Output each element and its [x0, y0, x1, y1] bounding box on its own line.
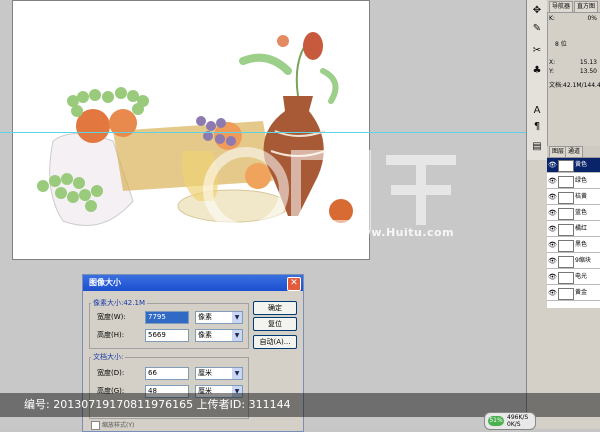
height-unit: 像素 [198, 331, 212, 339]
layer-name: 橘红 [575, 225, 588, 232]
pixel-size-group [89, 303, 249, 349]
layer-thumbnail [558, 160, 574, 172]
doc-width-label: 宽度(D): [97, 369, 125, 377]
eye-icon[interactable]: 👁 [548, 206, 557, 220]
k-label: K: [549, 15, 555, 22]
doc-width-unit-select[interactable]: 厘米 ▼ [195, 367, 243, 380]
document-size-readout: 文档:42.1M/144.4 [549, 82, 600, 89]
x-value: 15.13 [579, 59, 597, 66]
layer-name: 黄色 [575, 161, 588, 168]
x-label: X: [549, 59, 556, 66]
tab-histogram[interactable]: 直方图 [574, 1, 599, 12]
layer-row[interactable]: 👁 桔黄 [547, 190, 600, 205]
tab-navigator[interactable]: 导航器 [549, 1, 574, 12]
layer-row[interactable]: 👁 9缩块 [547, 254, 600, 269]
layer-name: 绿色 [575, 177, 588, 184]
eye-icon[interactable]: 👁 [548, 190, 557, 204]
doc-width-input[interactable]: 66 [145, 367, 189, 380]
huitu-watermark-logo [203, 147, 456, 233]
watermark-site: www.Huitu.com [350, 226, 455, 239]
layer-row[interactable]: 👁 黄色 [547, 158, 600, 173]
dialog-titlebar[interactable]: 图像大小 ✕ [83, 275, 303, 291]
right-panel-dock: ✥ ✎ ✂ ♣ A ¶ ▤ 导航器 直方图 K: 0% 8 位 X: 15.13… [526, 0, 600, 429]
chevron-down-icon: ▼ [232, 312, 242, 323]
eye-icon[interactable]: 👁 [548, 238, 557, 252]
chevron-down-icon: ▼ [232, 330, 242, 341]
layer-name: 黑色 [575, 241, 588, 248]
width-label: 宽度(W): [97, 313, 126, 321]
layer-name: 电光 [575, 273, 588, 280]
width-unit-select[interactable]: 像素 ▼ [195, 311, 243, 324]
layer-thumbnail [558, 224, 574, 236]
crop-tool-icon[interactable]: ✂ [530, 44, 544, 58]
ok-button[interactable]: 确定 [253, 301, 297, 315]
status-speed-2: 0K/S [507, 421, 521, 428]
eye-icon[interactable]: 👁 [548, 174, 557, 188]
k-value: 0% [587, 15, 597, 22]
y-value: 13.50 [579, 68, 597, 75]
layer-thumbnail [558, 256, 574, 268]
y-label: Y: [549, 68, 554, 75]
doc-width-unit: 厘米 [198, 369, 212, 377]
top-panel-tabs: 导航器 直方图 [547, 0, 600, 13]
layer-name: 黄金 [575, 289, 588, 296]
width-unit: 像素 [198, 313, 212, 321]
layer-row[interactable]: 👁 黑色 [547, 238, 600, 253]
toolbox: ✥ ✎ ✂ ♣ A ¶ ▤ [527, 0, 548, 160]
brush-tool-icon[interactable]: ✎ [530, 22, 544, 36]
status-speed: 496K/S [507, 414, 529, 421]
reset-button[interactable]: 复位 [253, 317, 297, 331]
close-icon[interactable]: ✕ [287, 277, 301, 291]
dialog-title: 图像大小 [89, 278, 121, 287]
eye-icon[interactable]: 👁 [548, 158, 557, 172]
network-status-widget: 51% 496K/S 0K/S [484, 412, 536, 430]
layer-thumbnail [558, 272, 574, 284]
horizontal-guide [0, 132, 526, 133]
move-tool-icon[interactable]: ✥ [530, 4, 544, 18]
height-input[interactable]: 5669 [145, 329, 189, 342]
eye-icon[interactable]: 👁 [548, 254, 557, 268]
layer-row[interactable]: 👁 蓝色 [547, 206, 600, 221]
height-unit-select[interactable]: 像素 ▼ [195, 329, 243, 342]
bit-depth: 8 位 [555, 41, 567, 48]
layer-row[interactable]: 👁 橘红 [547, 222, 600, 237]
text-tool-icon[interactable]: A [530, 104, 544, 118]
scale-styles-label: 缩放样式(Y) [102, 422, 135, 429]
width-input[interactable]: 7795 [145, 311, 189, 324]
layer-row[interactable]: 👁 黄金 [547, 286, 600, 301]
layer-name: 蓝色 [575, 209, 588, 216]
layers-list: 👁 黄色 👁 绿色 👁 桔黄 👁 蓝色 👁 橘红 👁 黑色 👁 9缩块 👁 电光 👁 黄金 [547, 158, 600, 308]
tab-channels[interactable]: 通道 [565, 146, 584, 157]
document-size-label: 文档大小: [91, 352, 126, 362]
eye-icon[interactable]: 👁 [548, 286, 557, 300]
layer-name: 9缩块 [575, 257, 591, 264]
layer-row[interactable]: 👁 绿色 [547, 174, 600, 189]
eye-icon[interactable]: 👁 [548, 270, 557, 284]
layer-thumbnail [558, 176, 574, 188]
pixel-size-label: 像素大小:42.1M [91, 298, 147, 308]
paragraph-tool-icon[interactable]: ¶ [530, 120, 544, 134]
layer-thumbnail [558, 208, 574, 220]
watermark-text: 编号: 20130719170811976165 上传者ID: 311144 [24, 398, 291, 411]
layer-name: 桔黄 [575, 193, 588, 200]
stamp-tool-icon[interactable]: ♣ [530, 64, 544, 78]
status-percent: 51% [488, 416, 504, 426]
layer-thumbnail [558, 192, 574, 204]
auto-button[interactable]: 自动(A)... [253, 335, 297, 349]
height-label: 高度(H): [97, 331, 125, 339]
eye-icon[interactable]: 👁 [548, 222, 557, 236]
layers-icon[interactable]: ▤ [530, 140, 544, 154]
layer-row[interactable]: 👁 电光 [547, 270, 600, 285]
chevron-down-icon: ▼ [232, 368, 242, 379]
layer-thumbnail [558, 288, 574, 300]
layers-panel-tabs: 图层 通道 [547, 146, 600, 158]
layer-thumbnail [558, 240, 574, 252]
